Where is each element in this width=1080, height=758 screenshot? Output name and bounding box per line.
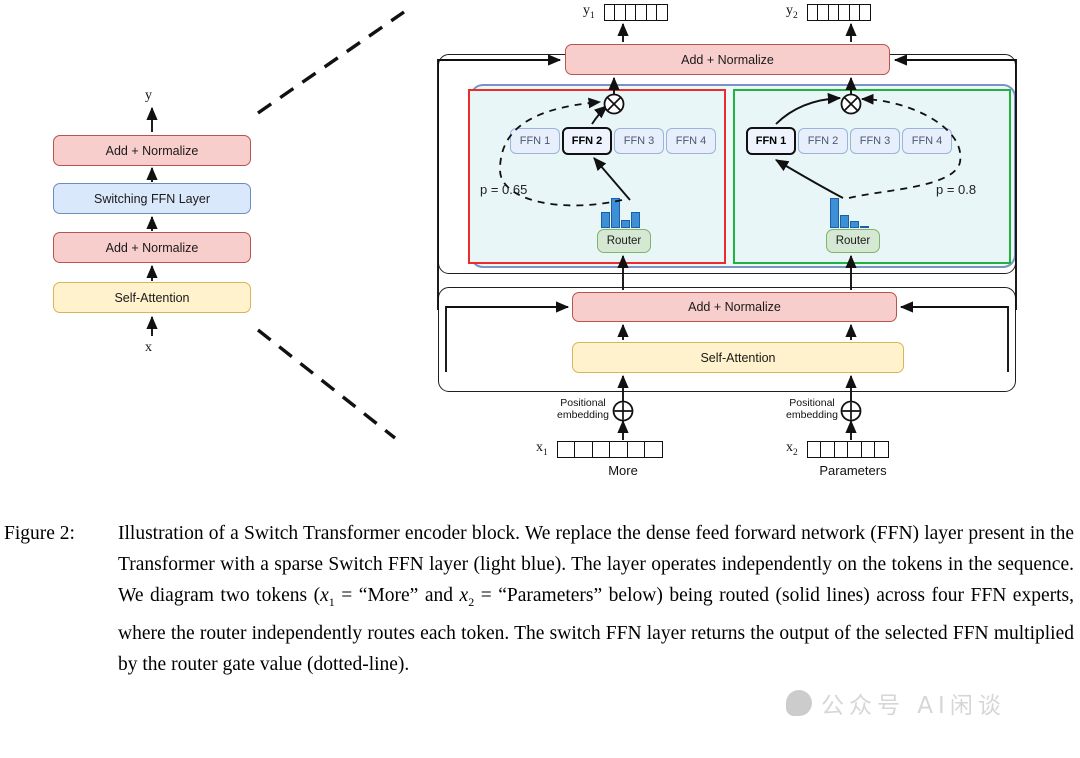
positional-embedding-label-2: Positional embedding [786,397,838,422]
y2-symbol: y [786,3,793,18]
left-add-normalize-bottom: Add + Normalize [53,232,251,263]
token-cell [874,441,890,458]
x2-subscript: 2 [793,447,798,458]
left-input-label: x [145,340,152,355]
expert2-router[interactable]: Router [826,229,880,253]
watermark-text: 公众号 AI闲谈 [821,693,1006,719]
expert1-ffn-1[interactable]: FFN 1 [510,128,560,154]
expert2-ffn-4[interactable]: FFN 4 [902,128,952,154]
token-cell [656,4,669,21]
output-token-1-cells [604,4,669,21]
output-token-1-label: y1 [583,3,595,21]
input-token-1-label: x1 [536,440,548,458]
input-token-1-cells [557,441,664,458]
expert1-ffn-3[interactable]: FFN 3 [614,128,664,154]
x1-symbol: x [536,440,543,455]
expert2-ffn-1-selected[interactable]: FFN 1 [746,127,796,155]
chat-bubble-icon [786,690,812,716]
expert2-ffn-2[interactable]: FFN 2 [798,128,848,154]
expert2-gate-probability: p = 0.8 [936,182,977,197]
y1-subscript: 1 [590,10,595,21]
left-add-normalize-top: Add + Normalize [53,135,251,166]
token-cell [859,4,872,21]
figure-label: Figure 2: [4,523,75,544]
expert1-ffn-4[interactable]: FFN 4 [666,128,716,154]
caption-part-2: = “More” and [334,585,460,606]
output-token-2-label: y2 [786,3,798,21]
token-cell [626,441,646,458]
input-token-1-word: More [608,463,638,478]
router-bar [860,225,869,228]
token-cell [574,441,594,458]
x1-subscript: 1 [543,447,548,458]
router-bar [631,212,640,228]
input-token-2-word: Parameters [819,463,887,478]
token-cell [644,441,664,458]
x2-symbol: x [786,440,793,455]
top-add-normalize: Add + Normalize [565,44,890,75]
callout-line-top [257,10,405,115]
expert1-router[interactable]: Router [597,229,651,253]
expert1-gate-probability: p = 0.65 [480,182,528,197]
input-token-2-cells [807,441,890,458]
caption-x2-symbol: x [459,585,469,606]
expert1-router-histogram [601,198,641,228]
caption-x1-symbol: x [320,585,329,606]
router-bar [621,219,630,228]
expert2-router-histogram [830,198,870,228]
positional-embedding-label-1: Positional embedding [557,397,609,422]
token-cell [609,441,629,458]
figure-diagram: y Add + Normalize Switching FFN Layer Ad… [0,0,1080,510]
router-bar [850,221,859,228]
input-token-2-label: x2 [786,440,798,458]
router-bar [611,198,620,228]
figure-caption-body: Illustration of a Switch Transformer enc… [118,518,1074,680]
token-cell [591,441,611,458]
router-bar [840,214,849,228]
y2-subscript: 2 [793,10,798,21]
router-bar [830,198,839,228]
figure-caption: Figure 2: Illustration of a Switch Trans… [0,518,1080,680]
left-output-label: y [145,88,152,103]
callout-line-bottom [256,328,397,440]
expert2-ffn-3[interactable]: FFN 3 [850,128,900,154]
bottom-self-attention: Self-Attention [572,342,904,373]
watermark: 公众号 AI闲谈 [786,686,1006,720]
left-switching-ffn-layer: Switching FFN Layer [53,183,251,214]
output-token-2-cells [807,4,872,21]
bottom-add-normalize: Add + Normalize [572,292,897,322]
expert1-ffn-2-selected[interactable]: FFN 2 [562,127,612,155]
y1-symbol: y [583,3,590,18]
router-bar [601,211,610,228]
left-self-attention: Self-Attention [53,282,251,313]
token-cell [557,441,576,458]
